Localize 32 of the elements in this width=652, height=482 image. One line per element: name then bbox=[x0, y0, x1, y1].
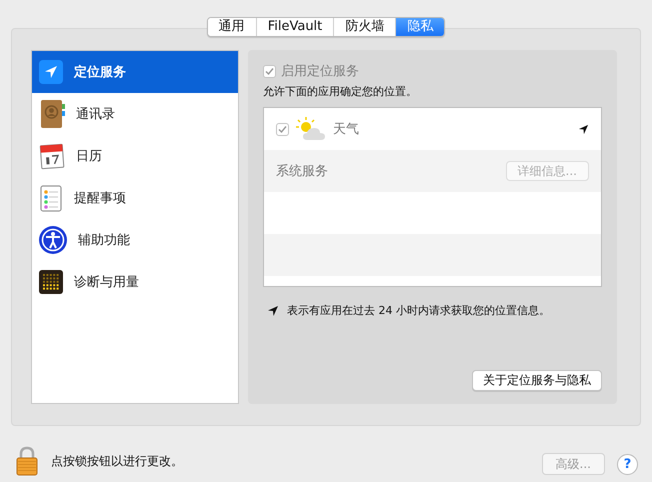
sidebar-item-label: 通讯录 bbox=[76, 106, 115, 123]
app-name: 天气 bbox=[333, 121, 359, 138]
accessibility-icon bbox=[38, 225, 68, 255]
tab[interactable]: FileVault bbox=[256, 18, 334, 36]
address-book-icon bbox=[38, 99, 66, 129]
about-button[interactable]: 关于定位服务与隐私 bbox=[472, 370, 602, 391]
sidebar-item[interactable]: 日历 bbox=[32, 135, 238, 177]
help-button[interactable]: ? bbox=[617, 454, 638, 474]
tab[interactable]: 防火墙 bbox=[333, 18, 396, 36]
sun-cloud-icon bbox=[295, 116, 327, 142]
legend-text: 表示有应用在过去 24 小时内请求获取您的位置信息。 bbox=[287, 303, 550, 318]
sidebar-item-label: 诊断与用量 bbox=[74, 274, 139, 291]
calendar-icon bbox=[38, 142, 66, 170]
diagnostics-grid-icon bbox=[38, 269, 64, 295]
description-text: 允许下面的应用确定您的位置。 bbox=[263, 84, 418, 99]
sidebar-item[interactable]: 定位服务 bbox=[32, 51, 238, 93]
reminders-list-icon bbox=[38, 184, 64, 212]
sidebar-item[interactable]: 提醒事项 bbox=[32, 177, 238, 219]
sidebar-item[interactable]: 通讯录 bbox=[32, 93, 238, 135]
lock-hint-text: 点按锁按钮以进行更改。 bbox=[51, 452, 183, 470]
location-arrow-icon bbox=[578, 124, 589, 134]
location-arrow-icon bbox=[267, 304, 279, 316]
sidebar-item[interactable]: 辅助功能 bbox=[32, 219, 238, 261]
checkbox-label: 启用定位服务 bbox=[281, 63, 359, 80]
sidebar-item-label: 定位服务 bbox=[74, 64, 126, 81]
sidebar-item-label: 辅助功能 bbox=[78, 232, 130, 249]
sidebar-item-label: 日历 bbox=[76, 148, 102, 165]
sidebar-item-label: 提醒事项 bbox=[74, 190, 126, 207]
sidebar-item[interactable]: 诊断与用量 bbox=[32, 261, 238, 303]
padlock-icon[interactable] bbox=[15, 446, 39, 476]
tab[interactable]: 通用 bbox=[208, 18, 256, 36]
system-services-label: 系统服务 bbox=[276, 163, 328, 180]
